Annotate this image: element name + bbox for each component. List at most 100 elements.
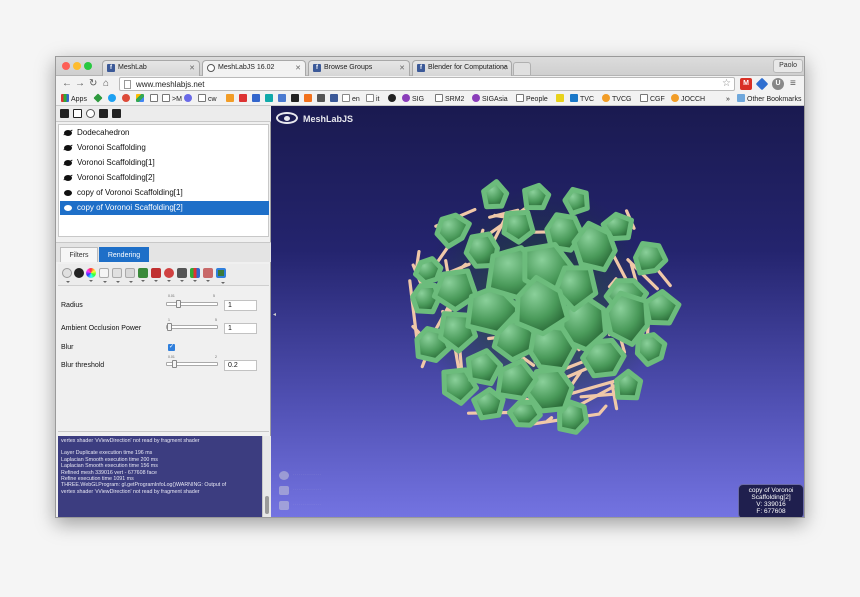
bookmark-star-icon[interactable]: ☆ (722, 78, 731, 89)
bookmarks-overflow[interactable]: » (726, 94, 730, 105)
render-grid-icon[interactable] (112, 268, 122, 283)
bookmark-tvc[interactable]: TVC (570, 94, 594, 105)
ao-power-input[interactable]: 1 (224, 323, 257, 334)
bookmark-people[interactable]: People (516, 94, 548, 105)
bookmark-en[interactable]: en (342, 94, 360, 105)
bookmark-cgf[interactable]: CGF (640, 94, 665, 105)
tab-meshlab[interactable]: f MeshLab ✕ (102, 60, 200, 76)
close-tab-icon[interactable]: ✕ (295, 64, 301, 72)
layer-item[interactable]: Voronoi Scaffolding[2] (60, 171, 269, 185)
render-solid-icon[interactable] (74, 268, 84, 278)
close-tab-icon[interactable]: ✕ (399, 64, 405, 72)
bookmark-cw[interactable]: cw (198, 94, 217, 105)
back-arrow-icon[interactable]: ← (62, 78, 72, 90)
trackball-icon[interactable] (279, 486, 289, 495)
render-ssao-icon[interactable] (216, 268, 226, 284)
slider-knob[interactable] (176, 300, 182, 308)
trash-icon[interactable] (112, 109, 121, 118)
forward-arrow-icon[interactable]: → (75, 78, 85, 90)
bookmark-jocch[interactable]: JOCCH (671, 94, 705, 105)
tab-rendering[interactable]: Rendering (99, 247, 149, 262)
bookmark-icon-doc[interactable] (150, 94, 160, 105)
menu-icon[interactable]: ≡ (790, 78, 796, 90)
open-folder-icon[interactable] (60, 109, 69, 118)
tab-meshlabjs[interactable]: MeshLabJS 16.02 ✕ (202, 60, 306, 76)
eye-hidden-icon[interactable] (64, 160, 72, 166)
tab-filters[interactable]: Filters (60, 247, 98, 262)
extension-u-icon[interactable]: U (772, 78, 784, 90)
bookmark-icon-c[interactable] (291, 94, 301, 105)
light-icon[interactable] (279, 471, 289, 480)
render-shadow-icon[interactable] (177, 268, 187, 282)
tab-blender[interactable]: f Blender for Computationa ✕ (412, 60, 512, 76)
blur-checkbox[interactable]: ✓ (168, 344, 175, 351)
bookmark-icon-orange[interactable] (304, 94, 314, 105)
extension-diamond-icon[interactable] (755, 77, 769, 91)
close-tab-icon[interactable]: ✕ (501, 64, 507, 72)
profile-button[interactable]: Paolo (773, 59, 803, 73)
address-bar[interactable]: www.meshlabjs.net ☆ (119, 77, 735, 91)
bookmark-icon-gplus[interactable] (122, 94, 132, 105)
save-icon[interactable] (73, 109, 82, 118)
tab-browse-groups[interactable]: f Browse Groups ✕ (308, 60, 410, 76)
other-bookmarks[interactable]: Other Bookmarks (737, 94, 801, 105)
render-normals-icon[interactable] (138, 268, 148, 282)
minimize-window-icon[interactable] (73, 62, 81, 70)
layer-item-selected[interactable]: copy of Voronoi Scaffolding[2] (60, 201, 269, 215)
bookmark-icon-github[interactable] (388, 94, 398, 105)
bookmark-icon-chart[interactable] (226, 94, 236, 105)
radius-slider[interactable] (166, 300, 218, 308)
bookmark-icon-facebook[interactable] (330, 94, 340, 105)
gmail-icon[interactable]: M (740, 78, 752, 90)
bookmark-link[interactable] (184, 94, 194, 105)
home-icon[interactable]: ⌂ (103, 78, 109, 90)
scrollbar-thumb[interactable] (265, 496, 269, 514)
slider-knob[interactable] (171, 360, 177, 368)
layer-item[interactable]: Voronoi Scaffolding[1] (60, 156, 269, 170)
new-tab-button[interactable] (513, 62, 531, 75)
bookmark-apps[interactable]: Apps (61, 94, 87, 105)
bookmark-icon-yellow[interactable] (556, 94, 566, 105)
blur-threshold-slider[interactable] (166, 360, 218, 368)
close-tab-icon[interactable]: ✕ (189, 64, 195, 72)
log-scrollbar[interactable] (262, 436, 271, 517)
bookmark-sig[interactable]: SIG (402, 94, 424, 105)
color-wheel-icon[interactable] (86, 268, 96, 282)
bookmark-it[interactable]: it (366, 94, 380, 105)
bookmark-m[interactable]: >M (162, 94, 182, 105)
render-wire-icon[interactable] (99, 268, 109, 283)
bookmark-icon-graph[interactable] (317, 94, 327, 105)
bookmark-icon-twitter[interactable] (108, 94, 118, 105)
eye-hidden-icon[interactable] (64, 145, 72, 151)
bookmark-sigasia[interactable]: SIGAsia (472, 94, 508, 105)
reload-icon[interactable]: ↻ (89, 78, 97, 90)
bookmark-icon-blue[interactable] (252, 94, 262, 105)
render-faces-icon[interactable] (151, 268, 161, 282)
bookmark-icon-red[interactable] (239, 94, 249, 105)
eye-icon[interactable] (64, 205, 72, 211)
render-texture-icon[interactable] (203, 268, 213, 282)
layer-item[interactable]: copy of Voronoi Scaffolding[1] (60, 186, 269, 200)
blur-threshold-input[interactable]: 0.2 (224, 360, 257, 371)
render-color-icon[interactable] (164, 268, 174, 282)
slider-knob[interactable] (167, 323, 172, 331)
bookmark-tvcg[interactable]: TVCG (602, 94, 631, 105)
layer-item[interactable]: Dodecahedron (60, 126, 269, 140)
render-histogram-icon[interactable] (190, 268, 200, 282)
render-points-icon[interactable] (62, 268, 72, 283)
maximize-window-icon[interactable] (84, 62, 92, 70)
eye-hidden-icon[interactable] (64, 175, 72, 181)
layer-item[interactable]: Voronoi Scaffolding (60, 141, 269, 155)
bookmark-icon-drive[interactable] (136, 94, 146, 105)
hand-icon[interactable] (279, 501, 289, 510)
reload-mesh-icon[interactable] (86, 109, 95, 118)
eye-icon[interactable] (64, 190, 72, 196)
bookmark-icon-cube[interactable] (278, 94, 288, 105)
camera-icon[interactable] (99, 109, 108, 118)
bookmark-srm2[interactable]: SRM2 (435, 94, 464, 105)
ao-power-slider[interactable] (166, 323, 218, 331)
radius-input[interactable]: 1 (224, 300, 257, 311)
bookmark-icon-teal[interactable] (265, 94, 275, 105)
render-box-icon[interactable] (125, 268, 135, 283)
close-window-icon[interactable] (62, 62, 70, 70)
